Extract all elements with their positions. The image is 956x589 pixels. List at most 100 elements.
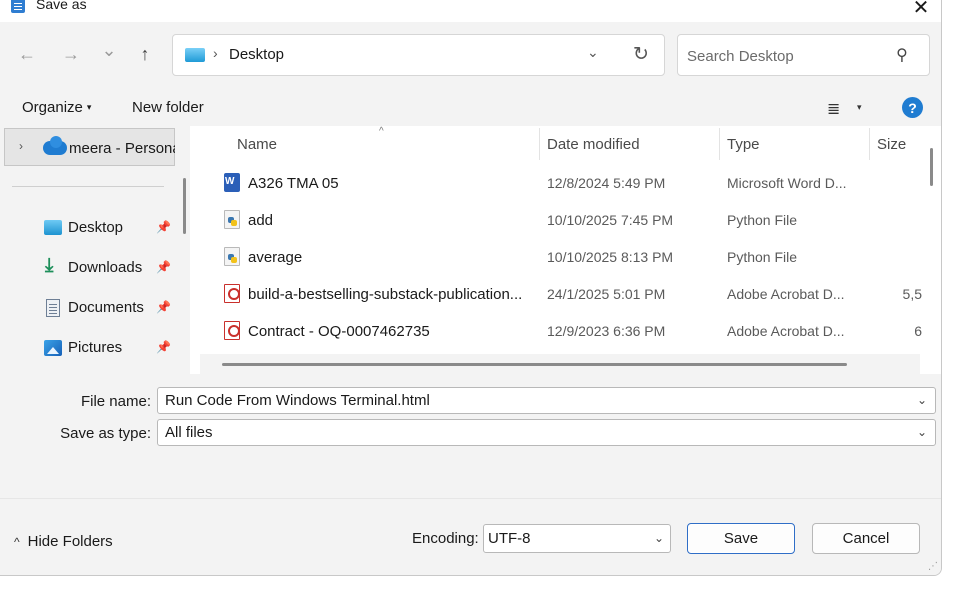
up-arrow-icon[interactable]: ↑ <box>133 42 157 66</box>
organize-button[interactable]: Organize ▾ <box>22 99 91 116</box>
cancel-button[interactable]: Cancel <box>812 523 920 554</box>
file-name-label: File name: <box>80 393 151 410</box>
file-row[interactable]: build-a-bestselling-substack-publication… <box>190 276 922 313</box>
nav-item-documents[interactable]: Documents 📌 <box>0 290 175 326</box>
nav-divider <box>12 186 164 187</box>
nav-item-label: Desktop <box>68 219 124 236</box>
file-size: 6 <box>914 323 922 339</box>
python-file-icon <box>224 210 240 229</box>
nav-item-desktop[interactable]: Desktop 📌 <box>0 210 175 246</box>
expand-chevron-icon[interactable]: › <box>19 139 23 153</box>
pdf-file-icon <box>224 321 240 340</box>
column-divider[interactable] <box>719 128 720 160</box>
file-date: 12/9/2023 6:36 PM <box>547 323 666 339</box>
file-name: add <box>248 212 274 229</box>
back-arrow-icon[interactable]: ← <box>15 42 39 66</box>
word-document-icon <box>224 173 240 192</box>
chevron-down-icon[interactable]: ⌄ <box>917 393 927 407</box>
hide-folders-button[interactable]: ^ Hide Folders <box>14 533 113 550</box>
search-input[interactable] <box>687 45 887 67</box>
pictures-icon <box>44 340 62 356</box>
desktop-folder-icon <box>185 48 205 62</box>
command-bar: Organize ▾ New folder ≣ ▾ ? <box>0 88 941 126</box>
file-name-field[interactable]: Run Code From Windows Terminal.html ⌄ <box>157 387 936 414</box>
horizontal-scrollbar[interactable] <box>200 354 920 374</box>
file-date: 10/10/2025 8:13 PM <box>547 249 674 265</box>
file-size: 5,5 <box>902 286 922 302</box>
file-date: 12/8/2024 5:49 PM <box>547 175 666 191</box>
column-header-size[interactable]: Size <box>877 136 906 153</box>
file-name-value[interactable]: Run Code From Windows Terminal.html <box>165 392 430 409</box>
nav-pane-scrollbar[interactable] <box>183 178 186 234</box>
encoding-value: UTF-8 <box>488 530 531 547</box>
pdf-file-icon <box>224 284 240 303</box>
file-name: A326 TMA 05 <box>248 175 339 192</box>
organize-label: Organize <box>22 99 83 116</box>
refresh-icon[interactable]: ↻ <box>633 43 649 66</box>
file-row[interactable]: average 10/10/2025 8:13 PM Python File <box>190 239 920 276</box>
save-as-type-select[interactable]: All files ⌄ <box>157 419 936 446</box>
view-dropdown-caret-icon[interactable]: ▾ <box>857 102 862 113</box>
desktop-background-bottom <box>0 576 956 589</box>
save-button[interactable]: Save <box>687 523 795 554</box>
file-type: Python File <box>727 212 798 228</box>
pin-icon: 📌 <box>156 300 171 314</box>
nav-item-pictures[interactable]: Pictures 📌 <box>0 330 175 366</box>
address-dropdown-chevron-icon[interactable]: ⌄ <box>587 44 599 61</box>
encoding-label: Encoding: <box>412 530 479 547</box>
pin-icon: 📌 <box>156 340 171 354</box>
pin-icon: 📌 <box>156 260 171 274</box>
search-box[interactable]: ⚲ <box>677 34 930 76</box>
search-icon[interactable]: ⚲ <box>896 45 908 65</box>
view-options-icon[interactable]: ≣ <box>827 99 840 119</box>
file-date: 10/10/2025 7:45 PM <box>547 212 674 228</box>
dialog-footer: ^ Hide Folders Encoding: UTF-8 ⌄ Save Can… <box>0 498 941 575</box>
desktop-icon <box>44 220 62 235</box>
column-divider[interactable] <box>539 128 540 160</box>
file-row[interactable]: A326 TMA 05 12/8/2024 5:49 PM Microsoft … <box>190 165 920 202</box>
column-header-type[interactable]: Type <box>727 136 760 153</box>
close-button[interactable]: ✕ <box>900 0 941 22</box>
nav-item-label: Documents <box>68 299 144 316</box>
chevron-down-icon[interactable]: ⌄ <box>654 531 664 545</box>
file-type: Adobe Acrobat D... <box>727 286 845 302</box>
address-bar[interactable]: › Desktop ⌄ ↻ <box>172 34 665 76</box>
organize-caret-icon: ▾ <box>86 102 92 112</box>
forward-arrow-icon[interactable]: → <box>59 42 83 66</box>
navigation-bar: ← → ⌄ ↑ › Desktop ⌄ ↻ ⚲ <box>0 22 941 84</box>
file-name: build-a-bestselling-substack-publication… <box>248 286 523 303</box>
chevron-up-icon: ^ <box>14 535 20 549</box>
file-name: average <box>248 249 303 266</box>
pin-icon: 📌 <box>156 220 171 234</box>
resize-grip-icon[interactable]: ⋰ <box>928 561 938 572</box>
recent-locations-chevron-icon[interactable]: ⌄ <box>97 38 121 62</box>
column-header-name[interactable]: Name <box>237 136 277 153</box>
column-header-date-modified[interactable]: Date modified <box>547 136 640 153</box>
title-bar: Save as ✕ <box>0 0 941 22</box>
file-date: 24/1/2025 5:01 PM <box>547 286 666 302</box>
help-icon[interactable]: ? <box>902 97 923 118</box>
window-title: Save as <box>36 0 87 12</box>
file-row[interactable]: add 10/10/2025 7:45 PM Python File <box>190 202 920 239</box>
save-as-dialog: Save as ✕ ← → ⌄ ↑ › Desktop ⌄ ↻ ⚲ Organi… <box>0 0 942 576</box>
desktop-background <box>942 0 956 589</box>
file-type: Microsoft Word D... <box>727 175 847 191</box>
nav-item-onedrive[interactable]: › meera - Personal <box>4 128 175 166</box>
breadcrumb-desktop[interactable]: Desktop <box>229 46 284 63</box>
onedrive-cloud-icon <box>43 136 67 155</box>
file-type: Python File <box>727 249 798 265</box>
vertical-scrollbar-thumb[interactable] <box>930 148 933 186</box>
file-list: ^ Name Date modified Type Size A326 TMA … <box>190 126 941 374</box>
documents-icon <box>46 299 60 317</box>
new-folder-button[interactable]: New folder <box>132 99 204 116</box>
nav-item-downloads[interactable]: ⤓ Downloads 📌 <box>0 250 175 286</box>
python-file-icon <box>224 247 240 266</box>
encoding-select[interactable]: UTF-8 ⌄ <box>483 524 671 553</box>
file-row[interactable]: Contract - OQ-0007462735 12/9/2023 6:36 … <box>190 313 922 350</box>
breadcrumb-chevron-icon[interactable]: › <box>213 45 218 61</box>
horizontal-scrollbar-thumb[interactable] <box>222 363 847 366</box>
navigation-pane: › meera - Personal Desktop 📌 ⤓ Downloads… <box>0 126 186 374</box>
save-as-type-value: All files <box>165 424 213 441</box>
column-divider[interactable] <box>869 128 870 160</box>
chevron-down-icon[interactable]: ⌄ <box>917 425 927 439</box>
